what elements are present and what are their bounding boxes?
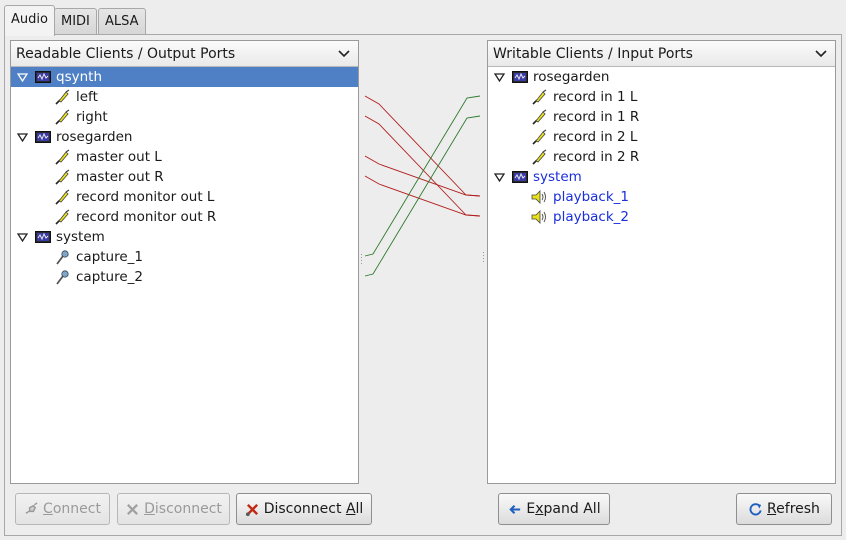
- refresh-icon: [749, 502, 762, 515]
- audio-port-plug-icon: [532, 149, 547, 165]
- readable-ports-list[interactable]: qsynth left right rosegarden master out L mas…: [11, 67, 358, 287]
- audio-port-plug-icon: [55, 109, 70, 125]
- readable-clients-panel: Readable Clients / Output Ports qsynth le…: [10, 40, 359, 484]
- client-row[interactable]: rosegarden: [11, 127, 358, 147]
- client-row[interactable]: qsynth: [11, 67, 358, 87]
- client-label: rosegarden: [533, 69, 610, 85]
- expand-all-button[interactable]: Expand All: [498, 493, 610, 525]
- client-row[interactable]: system: [488, 167, 835, 187]
- port-row[interactable]: record monitor out L: [11, 187, 358, 207]
- refresh-button[interactable]: Refresh: [736, 493, 832, 525]
- port-row[interactable]: record in 1 L: [488, 87, 835, 107]
- disconnect-all-icon: [245, 503, 258, 516]
- arrow-left-icon: [509, 504, 521, 514]
- audio-port-plug-icon: [55, 189, 70, 205]
- expand-triangle-icon[interactable]: [17, 233, 28, 242]
- connection-capture_2-record-in-1-R: [364, 115, 481, 277]
- disconnect-all-button[interactable]: Disconnect All: [236, 493, 372, 525]
- connection-capture_1-record-in-1-L: [364, 95, 481, 257]
- port-label: record monitor out R: [76, 209, 217, 225]
- port-row[interactable]: capture_1: [11, 247, 358, 267]
- expand-triangle-icon[interactable]: [494, 73, 505, 82]
- client-label: rosegarden: [56, 129, 133, 145]
- connection-master-out-R-playback_2: [364, 175, 481, 217]
- audio-port-plug-icon: [55, 209, 70, 225]
- port-label: left: [76, 89, 98, 105]
- port-label: master out R: [76, 169, 164, 185]
- tab-midi[interactable]: MIDI: [54, 8, 97, 35]
- audio-port-plug-icon: [55, 169, 70, 185]
- microphone-icon: [56, 270, 69, 285]
- expand-triangle-icon[interactable]: [17, 73, 28, 82]
- port-row[interactable]: right: [11, 107, 358, 127]
- audio-port-plug-icon: [532, 129, 547, 145]
- port-row[interactable]: playback_2: [488, 207, 835, 227]
- port-label: playback_1: [553, 189, 630, 205]
- connection-left-playback_1: [364, 95, 481, 197]
- client-row[interactable]: rosegarden: [488, 67, 835, 87]
- disconnect-button[interactable]: Disconnect: [117, 493, 230, 525]
- tab-alsa[interactable]: ALSA: [98, 8, 146, 35]
- client-monitor-icon: [512, 71, 528, 83]
- port-label: master out L: [76, 149, 162, 165]
- connect-button[interactable]: Connect: [15, 493, 110, 525]
- writable-ports-list[interactable]: rosegarden record in 1 L record in 1 R reco…: [488, 67, 835, 227]
- audio-port-plug-icon: [532, 89, 547, 105]
- expand-triangle-icon[interactable]: [494, 173, 505, 182]
- chevron-down-icon: [815, 50, 827, 58]
- client-monitor-icon: [512, 171, 528, 183]
- expand-triangle-icon[interactable]: [17, 133, 28, 142]
- port-row[interactable]: record in 1 R: [488, 107, 835, 127]
- port-label: record monitor out L: [76, 189, 215, 205]
- port-label: record in 2 R: [553, 149, 640, 165]
- port-label: playback_2: [553, 209, 630, 225]
- plug-connect-icon: [25, 501, 38, 514]
- port-label: capture_1: [76, 249, 144, 265]
- client-monitor-icon: [35, 131, 51, 143]
- port-label: capture_2: [76, 269, 144, 285]
- speaker-icon: [531, 210, 546, 224]
- port-row[interactable]: record monitor out R: [11, 207, 358, 227]
- speaker-icon: [531, 190, 546, 204]
- client-monitor-icon: [35, 231, 51, 243]
- connection-right-playback_2: [364, 115, 481, 217]
- microphone-icon: [56, 250, 69, 265]
- client-label: qsynth: [56, 69, 102, 85]
- audio-port-plug-icon: [55, 149, 70, 165]
- chevron-down-icon: [338, 50, 350, 58]
- audio-port-plug-icon: [532, 109, 547, 125]
- port-label: record in 2 L: [553, 129, 638, 145]
- audio-port-plug-icon: [55, 89, 70, 105]
- client-label: system: [56, 229, 105, 245]
- port-label: right: [76, 109, 108, 125]
- port-row[interactable]: master out R: [11, 167, 358, 187]
- client-row[interactable]: system: [11, 227, 358, 247]
- port-row[interactable]: capture_2: [11, 267, 358, 287]
- port-row[interactable]: record in 2 L: [488, 127, 835, 147]
- port-label: record in 1 L: [553, 89, 638, 105]
- connections-view: [361, 95, 484, 277]
- port-row[interactable]: playback_1: [488, 187, 835, 207]
- client-label: system: [533, 169, 582, 185]
- readable-clients-header[interactable]: Readable Clients / Output Ports: [11, 41, 358, 67]
- writable-clients-panel: Writable Clients / Input Ports rosegarde…: [487, 40, 836, 484]
- port-row[interactable]: record in 2 R: [488, 147, 835, 167]
- port-row[interactable]: left: [11, 87, 358, 107]
- client-monitor-icon: [35, 71, 51, 83]
- port-label: record in 1 R: [553, 109, 640, 125]
- plug-disconnect-icon: [127, 503, 139, 515]
- tab-audio[interactable]: Audio: [4, 5, 55, 36]
- port-row[interactable]: master out L: [11, 147, 358, 167]
- connection-master-out-L-playback_1: [364, 155, 481, 197]
- writable-clients-header[interactable]: Writable Clients / Input Ports: [488, 41, 835, 67]
